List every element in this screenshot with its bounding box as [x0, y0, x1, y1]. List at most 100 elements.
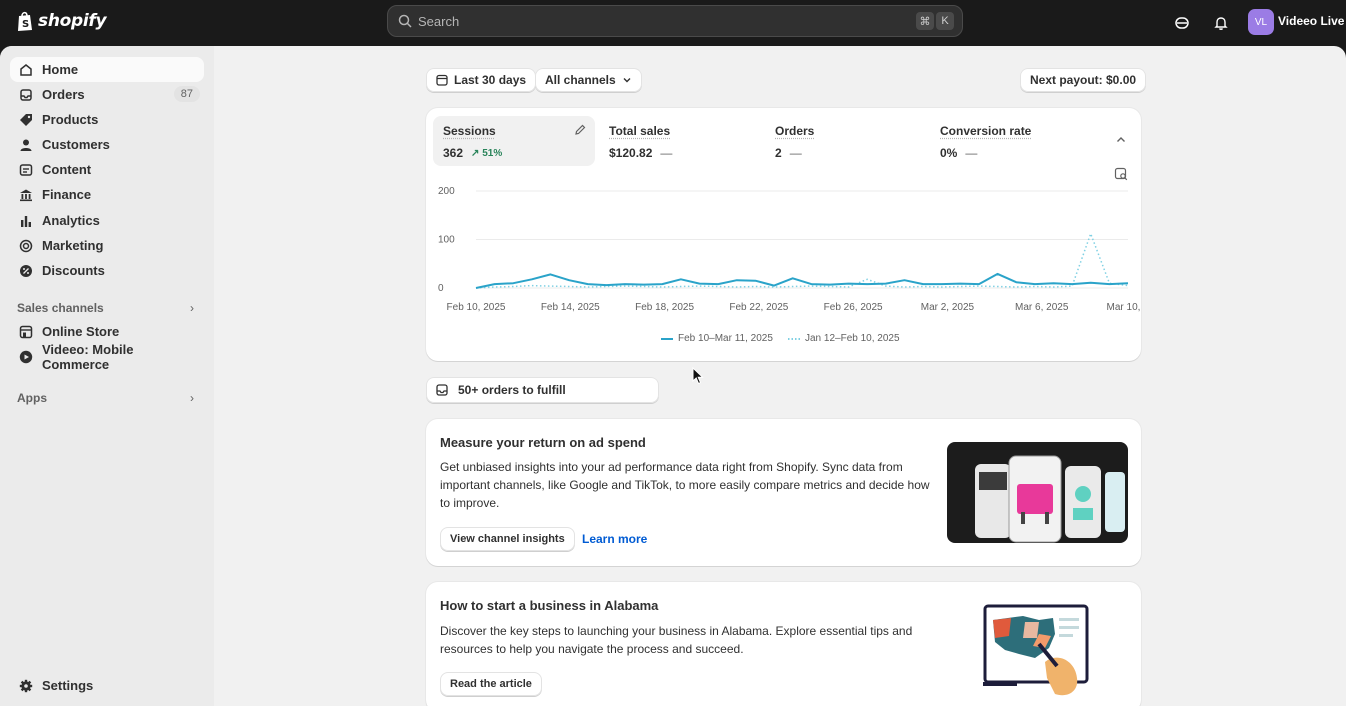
- sales-channels-heading[interactable]: Sales channels: [17, 301, 104, 315]
- sidebar-item-products[interactable]: Products: [10, 107, 204, 132]
- series-line-previous: [475, 232, 1129, 289]
- sidebar: Home Orders 87 Products Customers Conten…: [0, 46, 214, 706]
- usa-map-illustration: [983, 604, 1089, 696]
- sidebar-item-content[interactable]: Content: [10, 157, 204, 182]
- search-input[interactable]: Search ⌘ K: [387, 5, 963, 37]
- card-title: How to start a business in Alabama: [440, 598, 659, 613]
- metric-delta: —: [660, 146, 673, 160]
- sidebar-item-marketing[interactable]: Marketing: [10, 233, 204, 258]
- metric-delta: ↗ 51%: [471, 147, 503, 159]
- metric-label: Total sales: [609, 124, 671, 138]
- sidebar-item-orders[interactable]: Orders 87: [10, 82, 204, 107]
- sidebar-item-label: Content: [42, 162, 92, 177]
- orders-count-badge: 87: [173, 86, 200, 102]
- tag-icon: [18, 112, 34, 128]
- chevron-right-icon[interactable]: ›: [190, 301, 194, 315]
- read-the-article-button[interactable]: Read the article: [440, 672, 542, 696]
- metric-value: 362: [443, 146, 464, 160]
- sidebar-item-finance[interactable]: Finance: [10, 182, 204, 207]
- metric-orders[interactable]: Orders 2 —: [765, 116, 927, 166]
- bank-icon: [18, 187, 34, 203]
- sidebar-item-label: Orders: [42, 87, 85, 102]
- metric-value: 0%: [940, 146, 958, 160]
- sidebar-item-label: Discounts: [42, 263, 105, 278]
- channels-dropdown[interactable]: All channels: [535, 68, 642, 92]
- sidebar-item-customers[interactable]: Customers: [10, 132, 204, 157]
- brand-name: shopify: [38, 11, 107, 31]
- metric-label: Conversion rate: [940, 124, 1032, 138]
- pencil-icon[interactable]: [574, 124, 586, 136]
- bell-icon[interactable]: [1211, 13, 1231, 33]
- sidebar-item-settings[interactable]: Settings: [10, 673, 204, 698]
- sidebar-item-videeo[interactable]: Videeo: Mobile Commerce: [10, 342, 204, 372]
- y-tick-label: 200: [438, 186, 455, 197]
- inbox-icon: [436, 384, 448, 396]
- bar-chart-icon: [18, 213, 34, 229]
- learn-more-link[interactable]: Learn more: [582, 532, 647, 546]
- main-frame: Home Orders 87 Products Customers Conten…: [0, 46, 1346, 706]
- store-icon: [18, 324, 34, 340]
- search-icon: [398, 14, 412, 28]
- metric-label: Sessions: [443, 124, 496, 138]
- x-tick-label: Mar 6, 2025: [1015, 302, 1069, 313]
- ad-insights-illustration: [947, 442, 1128, 543]
- view-channel-insights-button[interactable]: View channel insights: [440, 527, 575, 551]
- avatar[interactable]: VL: [1248, 9, 1274, 35]
- y-tick-label: 100: [438, 235, 455, 246]
- shortcut-k-key: K: [936, 12, 954, 30]
- card-body: Get unbiased insights into your ad perfo…: [440, 460, 930, 510]
- sidebar-item-label: Online Store: [42, 324, 120, 339]
- gear-icon: [18, 678, 34, 694]
- play-icon: [18, 349, 34, 365]
- sidebar-item-discounts[interactable]: Discounts: [10, 258, 204, 283]
- metric-total-sales[interactable]: Total sales $120.82 —: [599, 116, 761, 166]
- card-title: Measure your return on ad spend: [440, 435, 646, 450]
- metric-value: $120.82: [609, 146, 653, 160]
- svg-text:S: S: [22, 19, 29, 30]
- next-payout-button[interactable]: Next payout: $0.00: [1020, 68, 1147, 92]
- sidebar-item-label: Home: [42, 62, 79, 77]
- metric-delta: —: [789, 146, 802, 160]
- x-tick-label: Mar 10, 2025: [1107, 302, 1141, 313]
- content-icon: [18, 162, 34, 178]
- x-tick-label: Feb 14, 2025: [541, 302, 600, 313]
- channels-label: All channels: [545, 73, 616, 87]
- legend-label: Jan 12–Feb 10, 2025: [805, 333, 900, 344]
- ad-spend-card: Measure your return on ad spend Get unbi…: [426, 419, 1141, 566]
- legend-current: Feb 10–Mar 11, 2025: [661, 333, 773, 344]
- target-icon: [18, 238, 34, 254]
- chart-settings-icon[interactable]: [1114, 167, 1128, 181]
- sidebar-item-online-store[interactable]: Online Store: [10, 319, 204, 344]
- sidekick-icon[interactable]: [1172, 13, 1192, 33]
- shopify-bag-icon: S: [18, 11, 32, 31]
- sidebar-item-label: Analytics: [42, 213, 100, 228]
- chevron-right-icon[interactable]: ›: [190, 391, 194, 405]
- metric-label: Orders: [775, 124, 815, 138]
- x-tick-label: Feb 10, 2025: [447, 302, 506, 313]
- x-tick-label: Mar 2, 2025: [921, 302, 975, 313]
- top-bar: S shopify Search ⌘ K VL Videeo Live: [0, 0, 1346, 46]
- delta-value: 51%: [482, 147, 503, 159]
- discount-icon: [18, 263, 34, 279]
- sidebar-item-analytics[interactable]: Analytics: [10, 208, 204, 233]
- y-tick-label: 0: [438, 283, 444, 294]
- sidebar-item-label: Settings: [42, 678, 94, 693]
- home-icon: [18, 62, 34, 78]
- shortcut-cmd-key: ⌘: [916, 12, 934, 30]
- payout-label: Next payout: $0.00: [1030, 73, 1137, 87]
- sidebar-item-label: Products: [42, 112, 99, 127]
- chevron-up-icon[interactable]: [1115, 134, 1127, 146]
- inbox-icon: [18, 87, 34, 103]
- shopify-logo[interactable]: S shopify: [16, 10, 107, 32]
- store-name[interactable]: Videeo Live: [1278, 14, 1344, 28]
- search-placeholder: Search: [418, 13, 460, 29]
- legend-label: Feb 10–Mar 11, 2025: [678, 333, 773, 344]
- orders-to-fulfill-button[interactable]: 50+ orders to fulfill: [426, 377, 659, 403]
- metric-sessions[interactable]: Sessions 362 ↗ 51%: [433, 116, 595, 166]
- metric-conversion-rate[interactable]: Conversion rate 0% —: [930, 116, 1092, 166]
- sidebar-item-home[interactable]: Home: [10, 57, 204, 82]
- date-range-button[interactable]: Last 30 days: [426, 68, 537, 92]
- metric-value: 2: [775, 146, 782, 160]
- series-line-current: [475, 272, 1129, 289]
- apps-heading[interactable]: Apps: [17, 391, 47, 405]
